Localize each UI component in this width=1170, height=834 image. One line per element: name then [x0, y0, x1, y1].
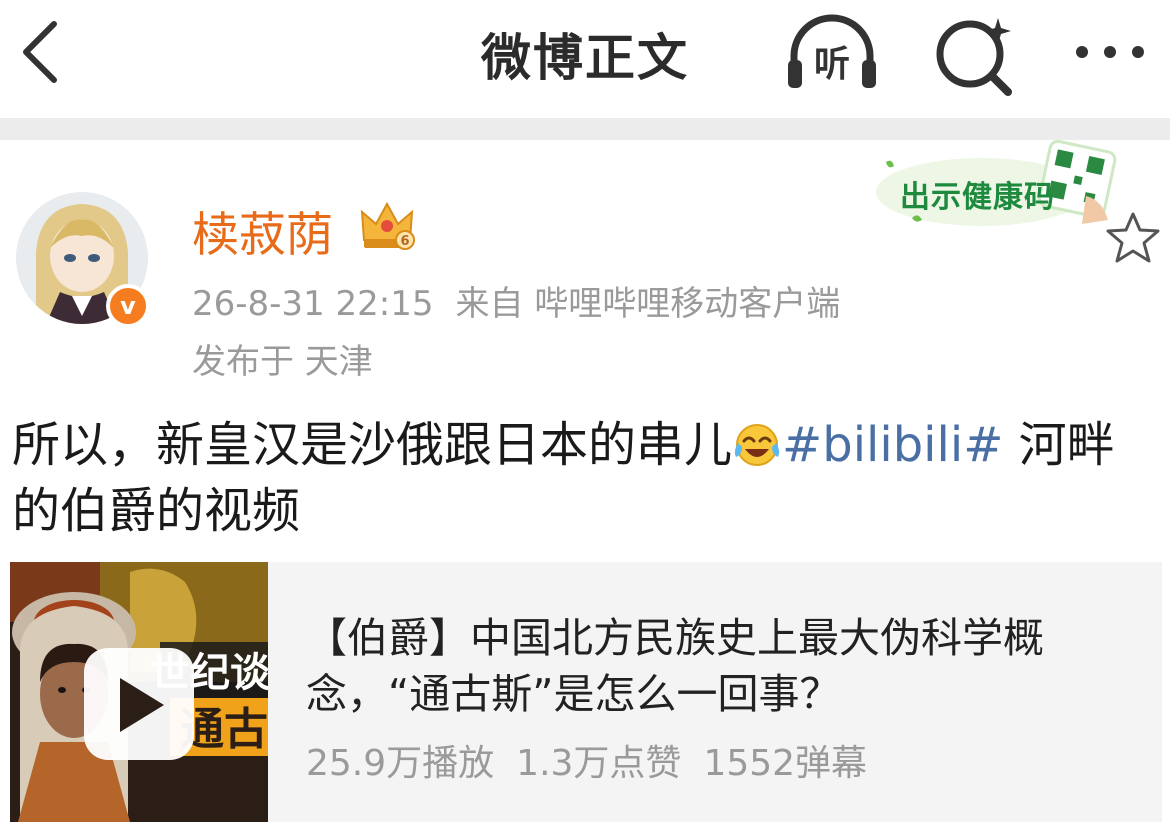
video-card[interactable]: 世纪谈 通古 【伯爵】中国北方民族史上最大伪科学概念，“通古斯”是怎么一回事？ …: [10, 562, 1162, 822]
more-dots-icon[interactable]: [1060, 10, 1160, 96]
topic-link[interactable]: #bilibili#: [782, 417, 1003, 473]
post-location: 发布于 天津: [192, 342, 373, 382]
post-meta: 26-8-31 22:15 来自 哔哩哔哩移动客户端: [192, 276, 840, 325]
listen-label: 听: [814, 44, 850, 85]
crown-badge-icon: 6: [360, 201, 415, 250]
video-likes: 1.3万点赞: [516, 743, 682, 784]
post-timestamp: 26-8-31 22:15: [192, 284, 434, 324]
health-code-label: 出示健康码: [900, 180, 1055, 215]
crown-level: 6: [400, 234, 409, 249]
video-stats: 25.9万播放 1.3万点赞 1552弹幕: [306, 734, 889, 786]
laugh-cry-emoji: [734, 424, 780, 466]
section-divider: [0, 118, 1170, 140]
post-text-main: 所以，新皇汉是沙俄跟日本的串儿: [12, 417, 733, 473]
video-thumbnail[interactable]: 世纪谈 通古: [10, 562, 268, 822]
favorite-star-icon[interactable]: [1104, 210, 1162, 266]
verified-badge-icon: v: [106, 284, 150, 328]
video-title[interactable]: 【伯爵】中国北方民族史上最大伪科学概念，“通古斯”是怎么一回事？: [306, 610, 1126, 722]
video-thumbnail-image: 世纪谈 通古: [10, 562, 268, 822]
username[interactable]: 椟菽荫: [192, 196, 333, 265]
search-sparkle-icon[interactable]: [928, 10, 1028, 96]
listen-headphones-icon[interactable]: 听: [782, 10, 882, 96]
top-bar: 微博正文 听: [0, 0, 1170, 118]
post-source[interactable]: 来自 哔哩哔哩移动客户端: [456, 284, 841, 324]
video-danmaku: 1552弹幕: [703, 743, 868, 784]
post-text: 所以，新皇汉是沙俄跟日本的串儿 #bilibili# 河畔的伯爵的视频: [12, 412, 1162, 544]
video-views: 25.9万播放: [306, 743, 495, 784]
